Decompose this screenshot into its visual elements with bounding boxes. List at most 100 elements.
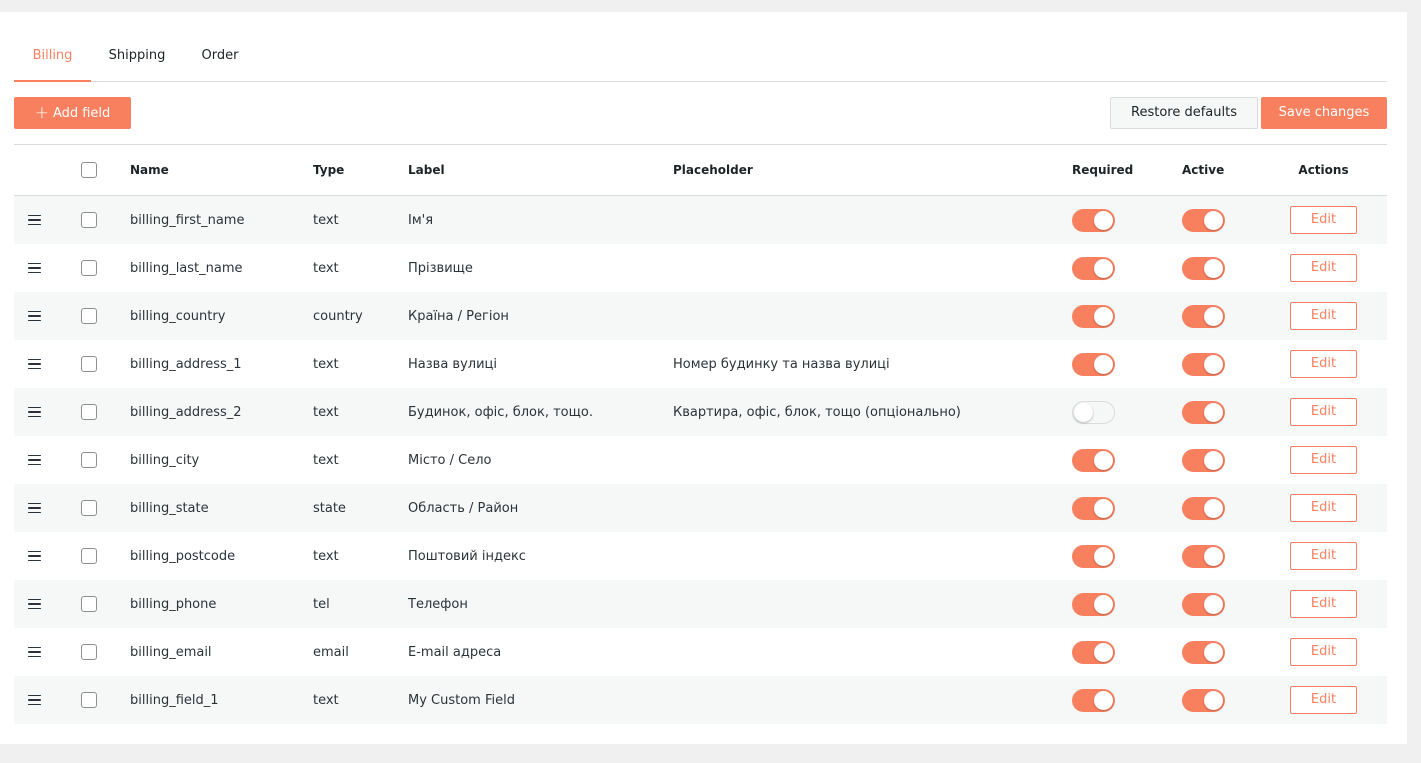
drag-handle-icon[interactable] [28,550,41,562]
edit-button[interactable]: Edit [1290,638,1357,666]
row-checkbox[interactable] [81,596,97,612]
row-checkbox[interactable] [81,500,97,516]
field-label: Назва вулиці [408,356,497,372]
edit-button[interactable]: Edit [1290,350,1357,378]
active-cell [1182,628,1225,676]
drag-cell [28,292,48,340]
edit-button[interactable]: Edit [1290,494,1357,522]
drag-handle-icon[interactable] [28,454,41,466]
active-toggle[interactable] [1182,688,1225,712]
row-checkbox[interactable] [81,644,97,660]
drag-handle-icon[interactable] [28,646,41,658]
edit-button[interactable]: Edit [1290,590,1357,618]
toggle-knob [1204,258,1223,278]
select-cell [81,580,97,628]
row-checkbox[interactable] [81,452,97,468]
table-row: billing_city text Місто / Село Edit [14,436,1387,484]
required-toggle[interactable] [1072,544,1115,568]
required-cell [1072,532,1115,580]
row-checkbox[interactable] [81,404,97,420]
select-cell [81,676,97,724]
required-toggle[interactable] [1072,496,1115,520]
field-placeholder: Номер будинку та назва вулиці [673,356,890,372]
field-label: Поштовий індекс [408,548,526,564]
toggle-knob [1204,354,1223,374]
required-toggle[interactable] [1072,256,1115,280]
edit-button[interactable]: Edit [1290,302,1357,330]
field-label: E-mail адреса [408,644,502,660]
required-toggle[interactable] [1072,304,1115,328]
field-name: billing_email [130,644,212,660]
save-changes-button[interactable]: Save changes [1261,97,1387,129]
tab-shipping[interactable]: Shipping [103,38,171,81]
field-name: billing_field_1 [130,692,219,708]
edit-button[interactable]: Edit [1290,206,1357,234]
row-checkbox[interactable] [81,212,97,228]
edit-button[interactable]: Edit [1290,446,1357,474]
actions-cell: Edit [1290,628,1357,676]
edit-button[interactable]: Edit [1290,686,1357,714]
field-type: text [313,452,339,468]
select-cell [81,340,97,388]
tab-order[interactable]: Order [195,38,245,81]
drag-handle-icon[interactable] [28,502,41,514]
actions-cell: Edit [1290,244,1357,292]
required-toggle[interactable] [1072,688,1115,712]
drag-handle-icon[interactable] [28,214,41,226]
active-toggle[interactable] [1182,496,1225,520]
required-toggle[interactable] [1072,352,1115,376]
row-checkbox[interactable] [81,356,97,372]
active-toggle[interactable] [1182,448,1225,472]
drag-cell [28,628,48,676]
active-toggle[interactable] [1182,400,1225,424]
table-row: billing_email email E-mail адреса Edit [14,628,1387,676]
toggle-knob [1204,450,1223,470]
actions-cell: Edit [1290,196,1357,244]
active-toggle[interactable] [1182,304,1225,328]
row-checkbox[interactable] [81,548,97,564]
edit-button[interactable]: Edit [1290,398,1357,426]
select-cell [81,388,97,436]
active-toggle[interactable] [1182,592,1225,616]
edit-button[interactable]: Edit [1290,254,1357,282]
active-toggle[interactable] [1182,352,1225,376]
row-checkbox[interactable] [81,308,97,324]
required-toggle[interactable] [1072,592,1115,616]
drag-handle-icon[interactable] [28,262,41,274]
drag-handle-icon[interactable] [28,598,41,610]
header-active: Active [1182,163,1225,177]
required-toggle[interactable] [1072,448,1115,472]
drag-handle-icon[interactable] [28,358,41,370]
required-toggle[interactable] [1072,640,1115,664]
drag-handle-icon[interactable] [28,694,41,706]
field-label: Прізвище [408,260,473,276]
tab-billing[interactable]: Billing [14,38,91,82]
header-actions: Actions [1298,163,1349,177]
toggle-knob [1074,402,1093,422]
field-type: text [313,212,339,228]
active-toggle[interactable] [1182,544,1225,568]
row-checkbox[interactable] [81,260,97,276]
active-toggle[interactable] [1182,208,1225,232]
active-toggle[interactable] [1182,640,1225,664]
required-toggle[interactable] [1072,400,1115,424]
field-label: Будинок, офіс, блок, тощо. [408,404,593,420]
drag-handle-icon[interactable] [28,406,41,418]
active-toggle[interactable] [1182,256,1225,280]
select-cell [81,292,97,340]
drag-handle-icon[interactable] [28,310,41,322]
add-field-button[interactable]: + Add field [14,97,131,129]
field-name: billing_postcode [130,548,236,564]
required-cell [1072,436,1115,484]
required-toggle[interactable] [1072,208,1115,232]
edit-button[interactable]: Edit [1290,542,1357,570]
restore-defaults-button[interactable]: Restore defaults [1110,97,1258,129]
table-header: Name Type Label Placeholder Required Act… [14,145,1387,196]
select-cell [81,484,97,532]
toggle-knob [1094,642,1113,662]
field-name: billing_address_1 [130,356,242,372]
table-row: billing_address_2 text Будинок, офіс, блок… [14,388,1387,436]
select-all-checkbox[interactable] [81,162,97,178]
row-checkbox[interactable] [81,692,97,708]
active-cell [1182,196,1225,244]
